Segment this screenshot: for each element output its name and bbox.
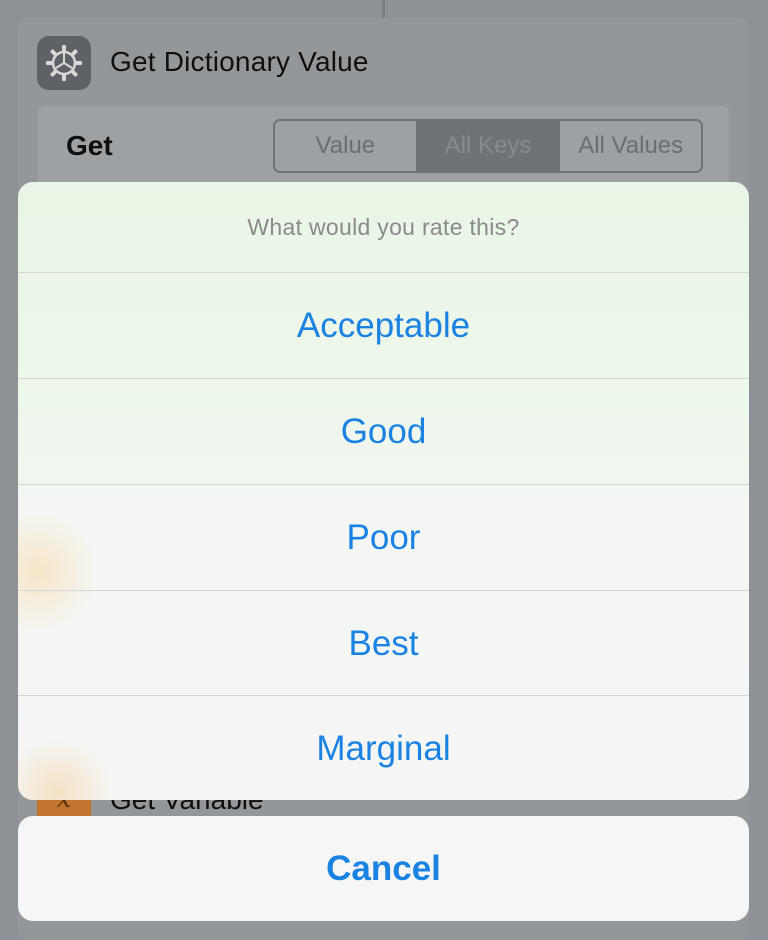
get-parameter-label: Get bbox=[66, 130, 113, 161]
option-poor[interactable]: Poor bbox=[18, 484, 749, 590]
option-marginal[interactable]: Marginal bbox=[18, 695, 749, 800]
segment-value[interactable]: Value bbox=[275, 121, 418, 171]
option-acceptable[interactable]: Acceptable bbox=[18, 272, 749, 378]
gear-icon bbox=[37, 36, 91, 90]
get-parameter-row: Get Value All Keys All Values bbox=[38, 106, 729, 188]
action-sheet-message: What would you rate this? bbox=[247, 213, 520, 240]
flow-connector-line bbox=[382, 0, 385, 18]
segment-all-keys[interactable]: All Keys bbox=[417, 121, 561, 171]
rating-action-sheet: What would you rate this? Acceptable Goo… bbox=[18, 182, 749, 800]
get-segmented-control[interactable]: Value All Keys All Values bbox=[273, 119, 703, 173]
option-good[interactable]: Good bbox=[18, 378, 749, 484]
cancel-button[interactable]: Cancel bbox=[18, 816, 749, 921]
action-title: Get Dictionary Value bbox=[110, 46, 369, 77]
segment-all-values[interactable]: All Values bbox=[560, 121, 701, 171]
action-card-header: Get Dictionary Value bbox=[18, 18, 749, 106]
option-best[interactable]: Best bbox=[18, 590, 749, 696]
